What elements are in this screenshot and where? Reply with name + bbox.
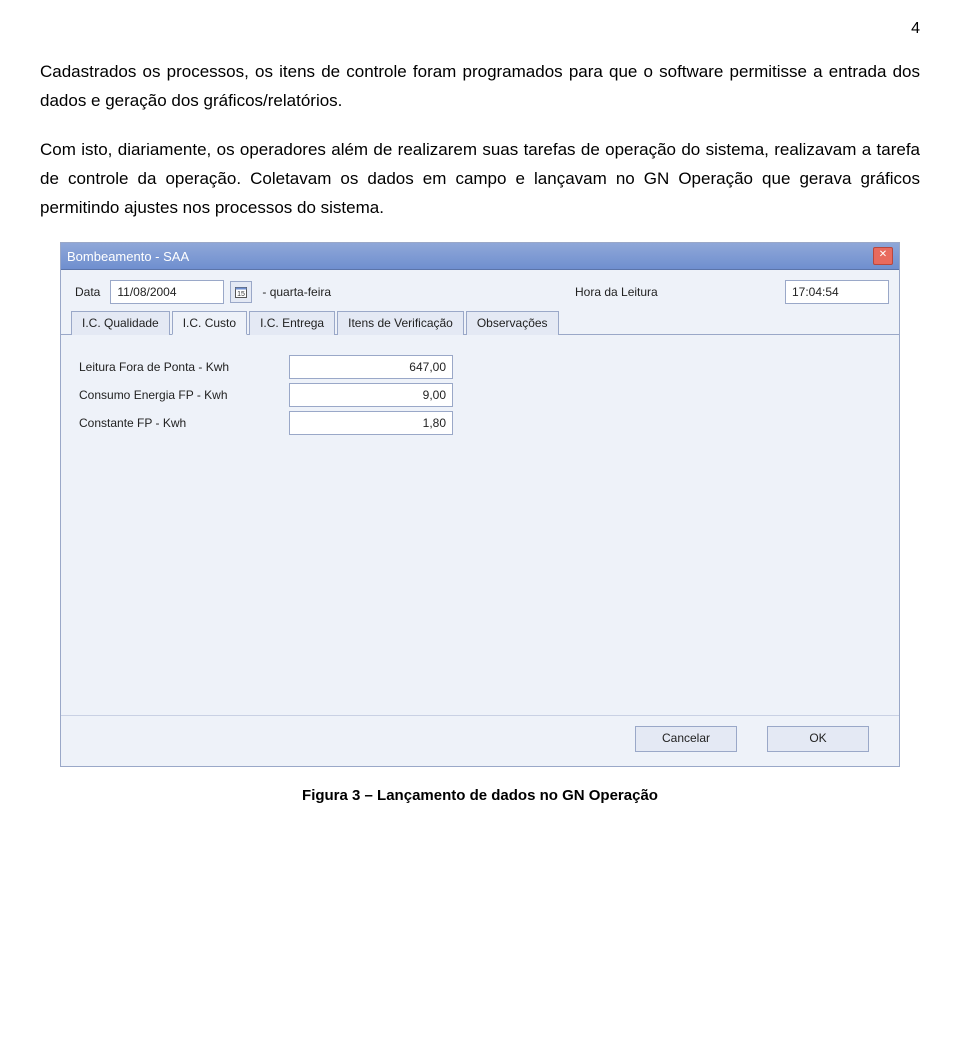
tab-bar: I.C. Qualidade I.C. Custo I.C. Entrega I…	[61, 310, 899, 335]
field-row-1: Consumo Energia FP - Kwh 9,00	[79, 383, 881, 407]
figure-caption: Figura 3 – Lançamento de dados no GN Ope…	[40, 787, 920, 804]
field-row-0: Leitura Fora de Ponta - Kwh 647,00	[79, 355, 881, 379]
titlebar: Bombeamento - SAA ✕	[61, 243, 899, 270]
window-bombeamento: Bombeamento - SAA ✕ Data 11/08/2004 15 -…	[60, 242, 900, 767]
tab-body: Leitura Fora de Ponta - Kwh 647,00 Consu…	[61, 335, 899, 715]
paragraph-1: Cadastrados os processos, os itens de co…	[40, 58, 920, 116]
data-label: Data	[71, 283, 104, 301]
field-label-1: Consumo Energia FP - Kwh	[79, 388, 289, 402]
field-value-2[interactable]: 1,80	[289, 411, 453, 435]
hora-label: Hora da Leitura	[571, 283, 779, 301]
hora-field-group: Hora da Leitura 17:04:54	[571, 280, 889, 304]
field-row-2: Constante FP - Kwh 1,80	[79, 411, 881, 435]
ok-button[interactable]: OK	[767, 726, 869, 752]
window-title: Bombeamento - SAA	[67, 249, 189, 264]
top-row: Data 11/08/2004 15 - quarta-feira Hora d…	[61, 270, 899, 310]
tab-custo[interactable]: I.C. Custo	[172, 311, 247, 335]
field-label-0: Leitura Fora de Ponta - Kwh	[79, 360, 289, 374]
hora-input[interactable]: 17:04:54	[785, 280, 889, 304]
bottom-bar: Cancelar OK	[61, 715, 899, 766]
field-value-1[interactable]: 9,00	[289, 383, 453, 407]
calendar-icon[interactable]: 15	[230, 281, 252, 303]
field-label-2: Constante FP - Kwh	[79, 416, 289, 430]
weekday-label: - quarta-feira	[258, 283, 335, 301]
tab-observacoes[interactable]: Observações	[466, 311, 559, 335]
tab-entrega[interactable]: I.C. Entrega	[249, 311, 335, 335]
svg-text:15: 15	[237, 291, 245, 298]
field-value-0[interactable]: 647,00	[289, 355, 453, 379]
close-icon[interactable]: ✕	[873, 247, 893, 265]
paragraph-2: Com isto, diariamente, os operadores alé…	[40, 136, 920, 223]
tab-qualidade[interactable]: I.C. Qualidade	[71, 311, 170, 335]
data-field-group: Data 11/08/2004 15 - quarta-feira	[71, 280, 335, 304]
cancel-button[interactable]: Cancelar	[635, 726, 737, 752]
tab-verificacao[interactable]: Itens de Verificação	[337, 311, 464, 335]
page-number: 4	[40, 20, 920, 38]
data-input[interactable]: 11/08/2004	[110, 280, 224, 304]
